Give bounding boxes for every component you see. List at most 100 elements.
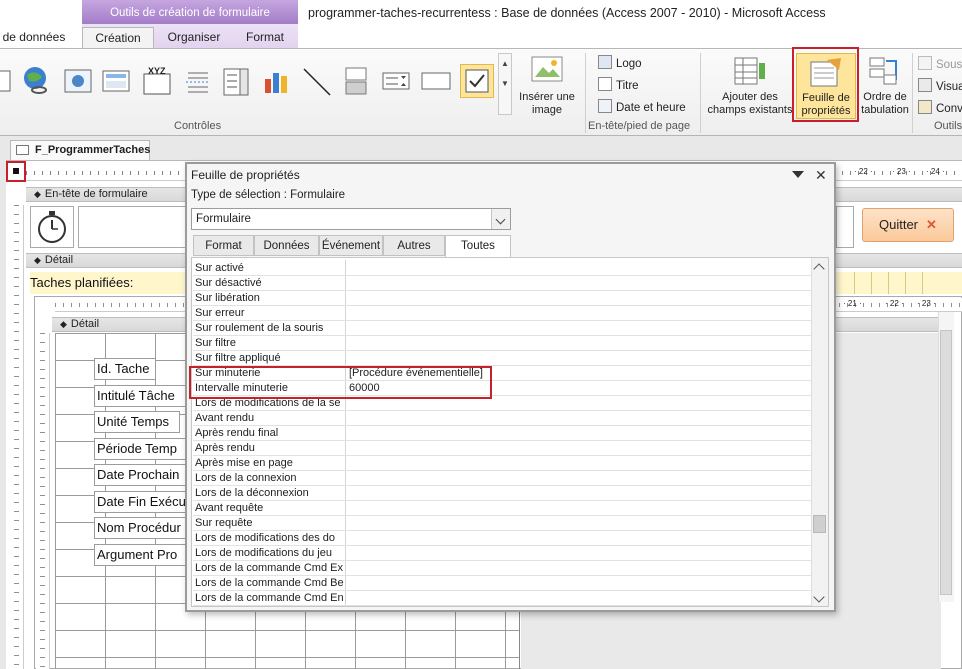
property-name: Lors de la connexion [195,472,297,484]
property-row[interactable]: Sur libération [193,291,811,306]
subform-icon [918,56,932,70]
field-label[interactable]: Période Temp [94,438,186,460]
title-label: Titre [616,80,639,92]
property-row[interactable]: Lors de modifications du jeu [193,546,811,561]
property-row[interactable]: Sur erreur [193,306,811,321]
property-row[interactable]: Sur désactivé [193,276,811,291]
option-group-icon[interactable]: XYZ [141,65,173,97]
insert-image-button[interactable]: Insérer une image [514,91,580,117]
tab-creation[interactable]: Création [82,27,154,49]
tab-format[interactable]: Format [193,235,254,256]
property-row[interactable]: Après mise en page [193,456,811,471]
taches-label[interactable]: Taches planifiées: [30,272,133,293]
convert-macros-label: Conv [936,103,962,115]
property-row[interactable]: Lors de modifications des do [193,531,811,546]
document-tab-form[interactable]: F_ProgrammerTaches [10,140,150,160]
field-label[interactable]: Date Fin Exécu [94,491,186,513]
add-existing-fields-icon[interactable] [733,55,767,87]
close-icon: ✕ [926,217,937,232]
subform-label: Sous [936,59,962,71]
list-box-icon[interactable] [380,65,412,97]
property-row[interactable]: Sur roulement de la souris [193,321,811,336]
window-title: programmer-taches-recurrentess : Base de… [308,6,826,20]
tab-format[interactable]: Format [235,27,295,48]
close-icon[interactable]: ✕ [815,167,827,184]
property-name: Sur erreur [195,307,245,319]
header-text-box[interactable] [78,206,188,248]
navigation-control-icon[interactable] [100,65,132,97]
combo-box-icon[interactable] [220,65,252,97]
web-browser-control-icon[interactable] [62,65,94,97]
group-label-tools: Outils [934,120,962,132]
field-label[interactable]: Argument Pro [94,544,186,566]
property-grid-scrollbar[interactable] [811,258,828,606]
rectangle-icon[interactable] [420,65,452,97]
property-row[interactable]: Après rendu [193,441,811,456]
field-label[interactable]: Date Prochain [94,464,186,486]
property-name: Lors de la commande Cmd Ex [195,562,343,574]
subform-button[interactable]: Sous [918,56,962,71]
tab-other[interactable]: Autres [383,235,445,256]
section-detail-label: Détail [44,254,74,266]
header-right-control[interactable] [836,206,854,248]
property-name: Sur requête [195,517,253,529]
property-row[interactable]: Lors de la connexion [193,471,811,486]
date-time-button[interactable]: Date et heure [598,99,686,114]
property-name: Lors de la commande Cmd Be [195,577,344,589]
checkbox-control-icon[interactable] [460,64,494,98]
chevron-down-icon[interactable] [491,209,510,229]
logo-button[interactable]: Logo [598,55,642,70]
chart-icon[interactable] [260,65,292,97]
ribbon-separator [585,53,586,133]
property-row[interactable]: Avant rendu [193,411,811,426]
field-label[interactable]: Intitulé Tâche [94,385,186,407]
title-button[interactable]: Titre [598,77,639,92]
convert-macros-button[interactable]: Conv [918,100,962,115]
tab-event[interactable]: Événement [319,235,383,256]
subform-vertical-ruler[interactable] [36,333,50,669]
hyperlink-icon[interactable] [20,65,52,97]
field-label[interactable]: Nom Procédur [94,517,186,539]
tab-all[interactable]: Toutes [445,235,511,257]
view-code-button[interactable]: Visua [918,78,962,93]
tab-arrange[interactable]: Organiser [158,27,230,48]
field-label[interactable]: Unité Temps [94,411,180,433]
dropdown-caret-icon[interactable] [792,171,804,178]
property-name: Lors de la commande Cmd En [195,592,344,604]
control-rectangle-icon[interactable] [0,65,14,97]
property-name: Avant requête [195,502,264,514]
form-icon [16,145,29,155]
toggle-button-icon[interactable] [340,65,372,97]
tab-data[interactable]: Données [254,235,319,256]
property-row[interactable]: Sur requête [193,516,811,531]
property-grid-scroll-thumb[interactable] [813,515,826,533]
scrollbar-thumb[interactable] [940,330,952,595]
property-name: Sur filtre [195,337,236,349]
property-row[interactable]: Lors de la déconnexion [193,486,811,501]
tab-external-data[interactable]: de données [0,27,74,48]
line-icon[interactable] [300,65,332,97]
property-row[interactable]: Sur activé [193,261,811,276]
property-row[interactable]: Sur filtre appliqué [193,351,811,366]
object-selector-combo[interactable]: Formulaire [191,208,511,230]
quit-button[interactable]: Quitter ✕ [862,208,954,242]
property-row[interactable]: Après rendu final [193,426,811,441]
title-icon [598,77,612,91]
controls-gallery-scroll[interactable]: ▲ ▼ [498,53,512,115]
vertical-ruler[interactable] [10,205,24,669]
property-name: Lors de la déconnexion [195,487,309,499]
tab-order-icon[interactable] [868,55,900,87]
property-row[interactable]: Sur filtre [193,336,811,351]
section-subform-detail-label: Détail [70,318,100,330]
property-row[interactable]: Lors de la commande Cmd En [193,591,811,606]
convert-icon [918,100,932,114]
field-label[interactable]: Id. Tache [94,358,156,380]
property-row[interactable]: Lors de la commande Cmd Be [193,576,811,591]
view-code-label: Visua [936,81,962,93]
insert-image-icon[interactable] [530,55,564,83]
page-break-icon[interactable] [182,65,214,97]
tab-order-button[interactable]: Ordre de tabulation [858,91,912,117]
property-row[interactable]: Avant requête [193,501,811,516]
property-row[interactable]: Lors de la commande Cmd Ex [193,561,811,576]
add-existing-fields-button[interactable]: Ajouter des champs existants [704,91,796,117]
